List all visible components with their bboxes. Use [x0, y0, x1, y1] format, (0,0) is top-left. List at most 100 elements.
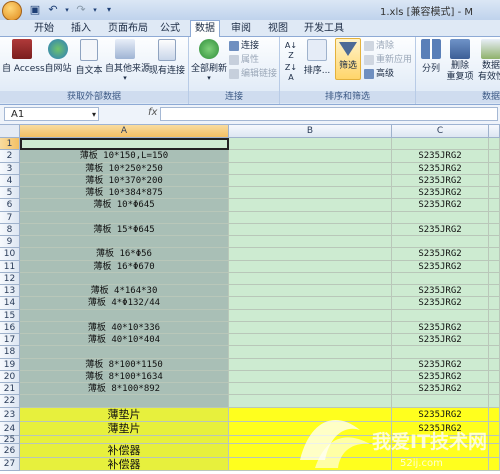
- row-header[interactable]: 3: [0, 162, 20, 175]
- customize-qat-icon[interactable]: ▾: [102, 3, 116, 17]
- cell-c[interactable]: S235JRG2: [392, 150, 489, 163]
- cell-b[interactable]: [229, 187, 392, 200]
- cell-d[interactable]: [489, 321, 500, 334]
- row-header[interactable]: 2: [0, 150, 20, 163]
- cell-d[interactable]: [489, 435, 500, 444]
- cell-a[interactable]: [20, 395, 229, 408]
- cell-b[interactable]: [229, 138, 392, 151]
- cell-d[interactable]: [489, 334, 500, 347]
- cell-a[interactable]: 薄板 10*384*875: [20, 187, 229, 200]
- cell-a[interactable]: 薄板 16*Φ670: [20, 260, 229, 273]
- tab-review[interactable]: 审阅: [227, 21, 255, 36]
- cell-c[interactable]: S235JRG2: [392, 383, 489, 396]
- cell-b[interactable]: [229, 162, 392, 175]
- name-box[interactable]: A1 ▾: [4, 107, 99, 121]
- cell-c[interactable]: S235JRG2: [392, 370, 489, 383]
- row-header[interactable]: 9: [0, 236, 20, 249]
- cell-a[interactable]: [20, 346, 229, 359]
- tab-insert[interactable]: 插入: [67, 21, 95, 36]
- cell-a[interactable]: 薄板 40*10*404: [20, 334, 229, 347]
- row-header[interactable]: 11: [0, 260, 20, 273]
- cell-c[interactable]: [392, 309, 489, 322]
- cell-b[interactable]: [229, 199, 392, 212]
- row-header[interactable]: 20: [0, 370, 20, 383]
- cell-d[interactable]: [489, 150, 500, 163]
- cell-d[interactable]: [489, 138, 500, 151]
- cell-d[interactable]: [489, 260, 500, 273]
- existing-connections-button[interactable]: 现有连接: [148, 39, 186, 76]
- cell-b[interactable]: [229, 435, 392, 444]
- cell-c[interactable]: [392, 443, 489, 458]
- cell-a[interactable]: 补偿器: [20, 457, 229, 471]
- row-header[interactable]: 18: [0, 346, 20, 359]
- connections-button[interactable]: 连接: [229, 40, 259, 52]
- row-header[interactable]: 21: [0, 383, 20, 396]
- cell-b[interactable]: [229, 346, 392, 359]
- cell-b[interactable]: [229, 383, 392, 396]
- cell-a[interactable]: 薄板 10*Φ645: [20, 199, 229, 212]
- cell-d[interactable]: [489, 421, 500, 436]
- cell-c[interactable]: S235JRG2: [392, 260, 489, 273]
- cell-a[interactable]: 薄垫片: [20, 421, 229, 436]
- edit-links-button[interactable]: 编辑链接: [229, 68, 277, 80]
- cell-d[interactable]: [489, 309, 500, 322]
- cell-b[interactable]: [229, 309, 392, 322]
- column-header-b[interactable]: B: [229, 125, 392, 138]
- column-header-d[interactable]: [489, 125, 500, 138]
- cell-b[interactable]: [229, 174, 392, 187]
- cell-c[interactable]: S235JRG2: [392, 187, 489, 200]
- cell-a[interactable]: 薄板 10*250*250: [20, 162, 229, 175]
- cell-b[interactable]: [229, 370, 392, 383]
- refresh-all-button[interactable]: 全部刷新 ▾: [191, 39, 227, 82]
- cell-a[interactable]: 薄板 16*Φ56: [20, 248, 229, 261]
- row-header[interactable]: 1: [0, 138, 20, 151]
- cell-d[interactable]: [489, 395, 500, 408]
- cell-c[interactable]: S235JRG2: [392, 358, 489, 371]
- chevron-down-icon[interactable]: ▾: [92, 108, 96, 122]
- cell-a[interactable]: 薄板 4*Φ132/44: [20, 297, 229, 310]
- cell-c[interactable]: [392, 346, 489, 359]
- cell-d[interactable]: [489, 457, 500, 471]
- undo-icon[interactable]: ↶: [46, 3, 60, 17]
- column-header-a[interactable]: A: [20, 125, 229, 138]
- cell-c[interactable]: S235JRG2: [392, 334, 489, 347]
- row-header[interactable]: 26: [0, 443, 20, 458]
- from-text-button[interactable]: 自文本: [74, 39, 104, 76]
- row-header[interactable]: 4: [0, 174, 20, 187]
- row-header[interactable]: 23: [0, 407, 20, 422]
- cell-a[interactable]: [20, 236, 229, 249]
- row-header[interactable]: 10: [0, 248, 20, 261]
- cell-c[interactable]: [392, 395, 489, 408]
- advanced-button[interactable]: 高级: [364, 68, 394, 80]
- cell-d[interactable]: [489, 162, 500, 175]
- cell-c[interactable]: [392, 138, 489, 151]
- cell-c[interactable]: [392, 457, 489, 471]
- cell-d[interactable]: [489, 297, 500, 310]
- row-header[interactable]: 7: [0, 211, 20, 224]
- cell-c[interactable]: [392, 236, 489, 249]
- tab-data[interactable]: 数据: [190, 20, 220, 37]
- cell-a[interactable]: 薄垫片: [20, 407, 229, 422]
- reapply-button[interactable]: 重新应用: [364, 54, 412, 66]
- cell-b[interactable]: [229, 260, 392, 273]
- row-header[interactable]: 16: [0, 321, 20, 334]
- row-header[interactable]: 19: [0, 358, 20, 371]
- row-header[interactable]: 27: [0, 457, 20, 471]
- cell-b[interactable]: [229, 358, 392, 371]
- cell-b[interactable]: [229, 236, 392, 249]
- sort-ascending-button[interactable]: A↓ Z: [283, 41, 299, 61]
- cell-b[interactable]: [229, 272, 392, 285]
- cell-d[interactable]: [489, 285, 500, 298]
- cell-c[interactable]: S235JRG2: [392, 174, 489, 187]
- cell-d[interactable]: [489, 346, 500, 359]
- cell-d[interactable]: [489, 211, 500, 224]
- cell-d[interactable]: [489, 223, 500, 236]
- row-header[interactable]: 14: [0, 297, 20, 310]
- cell-a[interactable]: [20, 435, 229, 444]
- clear-button[interactable]: 清除: [364, 40, 394, 52]
- row-header[interactable]: 24: [0, 421, 20, 436]
- sort-button[interactable]: 排序...: [302, 39, 332, 76]
- cell-b[interactable]: [229, 150, 392, 163]
- tab-page-layout[interactable]: 页面布局: [104, 21, 152, 36]
- cell-b[interactable]: [229, 443, 392, 458]
